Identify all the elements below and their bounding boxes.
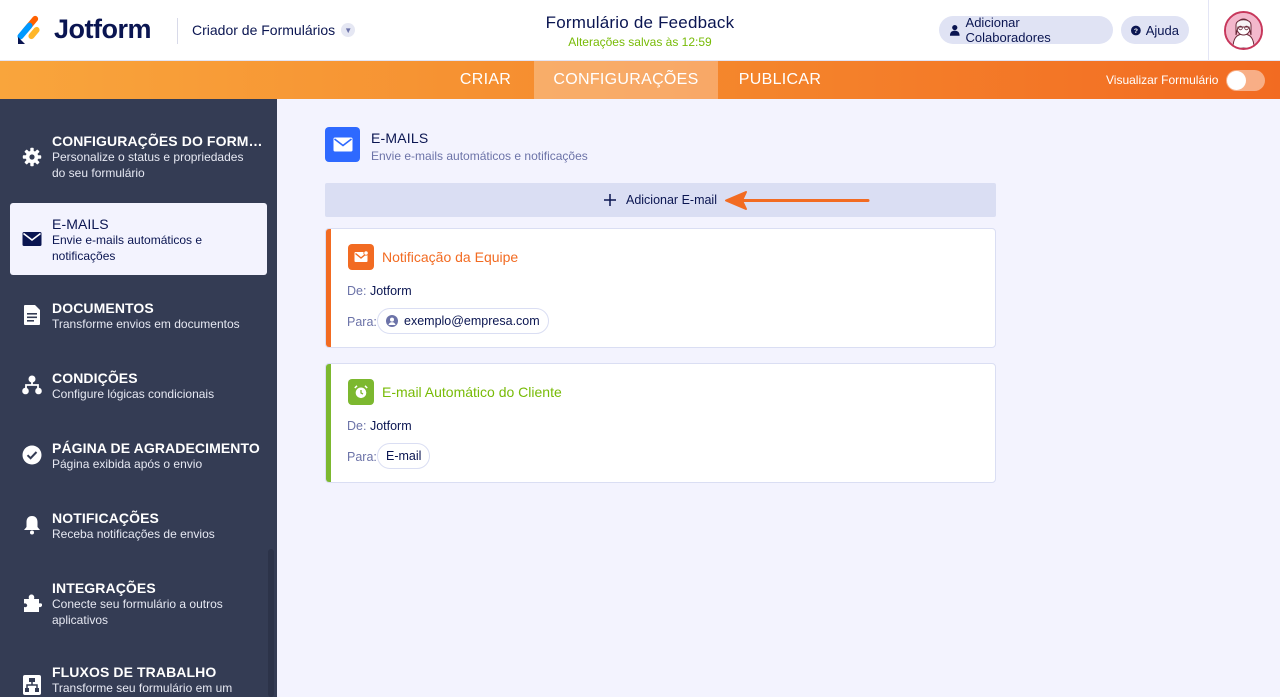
- from-label: De:: [347, 419, 367, 433]
- add-collaborators-button[interactable]: Adicionar Colaboradores: [939, 15, 1113, 45]
- sidebar-item-desc: Receba notificações de envios: [52, 527, 215, 541]
- top-header: Jotform Criador de Formulários ▼ Formulá…: [0, 0, 1280, 61]
- from-label: De:: [347, 284, 367, 298]
- sidebar-item-desc: Página exibida após o envio: [52, 457, 203, 471]
- sidebar-item-title: E-MAILS: [52, 216, 109, 232]
- sidebar-item-desc: Transforme envios em documentos: [52, 317, 240, 331]
- add-email-label: Adicionar E-mail: [625, 193, 717, 207]
- sidebar-item-documents[interactable]: DOCUMENTOS Transforme envios em document…: [10, 291, 267, 341]
- sidebar-item-title: CONFIGURAÇÕES DO FORM…: [52, 133, 263, 149]
- bell-icon: [22, 515, 42, 535]
- to-label: Para:: [347, 315, 377, 329]
- sidebar-item-notifications[interactable]: NOTIFICAÇÕES Receba notificações de envi…: [10, 501, 267, 551]
- sidebar-item-integrations[interactable]: INTEGRAÇÕES Conecte seu formulário a out…: [10, 571, 267, 631]
- sidebar-item-title: CONDIÇÕES: [52, 370, 138, 386]
- sidebar-item-title: DOCUMENTOS: [52, 300, 154, 316]
- to-label: Para:: [347, 450, 377, 464]
- email-from-value: Jotform: [369, 419, 412, 433]
- section-title: E-MAILS: [371, 130, 429, 146]
- workflow-icon: [22, 675, 42, 695]
- user-circle-icon: [386, 315, 398, 327]
- email-from-value: Jotform: [369, 284, 412, 298]
- alarm-clock-icon: [348, 379, 374, 405]
- preview-form-label: Visualizar Formulário: [1106, 73, 1219, 87]
- sidebar-item-title: INTEGRAÇÕES: [52, 580, 156, 596]
- sidebar-item-thank-you-page[interactable]: PÁGINA DE AGRADECIMENTO Página exibida a…: [10, 431, 267, 481]
- sidebar-item-title: PÁGINA DE AGRADECIMENTO: [52, 440, 260, 456]
- card-accent-stripe: [326, 364, 331, 482]
- plus-icon: [603, 194, 616, 206]
- gear-icon: [22, 147, 42, 167]
- email-card-team-notification[interactable]: Notificação da Equipe De: Jotform Para: …: [325, 228, 996, 348]
- recipient-chip[interactable]: exemplo@empresa.com: [377, 308, 549, 334]
- user-icon: [949, 25, 960, 36]
- add-collaborators-label: Adicionar Colaboradores: [965, 15, 1051, 45]
- preview-form-toggle[interactable]: [1226, 70, 1265, 91]
- builder-nav: CRIAR CONFIGURAÇÕES PUBLICAR Visualizar …: [0, 61, 1280, 99]
- document-icon: [22, 305, 42, 325]
- tab-publish[interactable]: PUBLICAR: [718, 61, 842, 99]
- sidebar-item-desc: Transforme seu formulário em um: [52, 681, 233, 695]
- envelope-icon: [22, 229, 42, 249]
- email-from-row: De: Jotform: [347, 284, 412, 298]
- sidebar-item-desc: Configure lógicas condicionais: [52, 387, 215, 401]
- sidebar-scrollbar[interactable]: [268, 549, 274, 697]
- user-avatar[interactable]: [1224, 11, 1263, 50]
- help-button[interactable]: ? Ajuda: [1121, 16, 1189, 44]
- section-subtitle: Envie e-mails automáticos e notificações: [371, 149, 588, 163]
- card-accent-stripe: [326, 229, 331, 347]
- email-card-autoresponder[interactable]: E-mail Automático do Cliente De: Jotform…: [325, 363, 996, 483]
- recipient-email: exemplo@empresa.com: [404, 314, 540, 328]
- sidebar-item-desc: Personalize o status e propriedades do s…: [52, 150, 244, 180]
- check-circle-icon: [22, 445, 42, 465]
- recipient-field: E-mail: [386, 449, 422, 463]
- question-circle-icon: ?: [1131, 25, 1141, 35]
- add-email-button[interactable]: Adicionar E-mail: [325, 183, 996, 217]
- tab-create[interactable]: CRIAR: [437, 61, 534, 99]
- sitemap-icon: [22, 375, 42, 395]
- help-label: Ajuda: [1145, 22, 1179, 38]
- sidebar-item-workflows[interactable]: FLUXOS DE TRABALHO Transforme seu formul…: [10, 655, 267, 697]
- sidebar-item-desc: Conecte seu formulário a outros aplicati…: [52, 597, 223, 627]
- sidebar-item-title: NOTIFICAÇÕES: [52, 510, 159, 526]
- toggle-knob: [1227, 71, 1246, 90]
- email-card-title[interactable]: E-mail Automático do Cliente: [382, 384, 562, 400]
- tab-settings[interactable]: CONFIGURAÇÕES: [534, 61, 718, 99]
- settings-sidebar: CONFIGURAÇÕES DO FORM… Personalize o sta…: [0, 99, 277, 697]
- sidebar-item-conditions[interactable]: CONDIÇÕES Configure lógicas condicionais: [10, 361, 267, 411]
- header-right-divider: [1208, 0, 1209, 61]
- sidebar-item-desc: Envie e-mails automáticos e notificações: [52, 233, 203, 263]
- annotation-arrow-icon: [725, 191, 870, 210]
- sidebar-item-form-settings[interactable]: CONFIGURAÇÕES DO FORM… Personalize o sta…: [10, 121, 267, 191]
- email-card-title[interactable]: Notificação da Equipe: [382, 249, 518, 265]
- sidebar-item-title: FLUXOS DE TRABALHO: [52, 664, 217, 680]
- sidebar-item-emails[interactable]: E-MAILS Envie e-mails automáticos e noti…: [10, 203, 267, 275]
- puzzle-icon: [22, 593, 42, 613]
- envelope-icon: [325, 127, 360, 162]
- svg-text:?: ?: [1134, 28, 1138, 35]
- mail-notification-icon: [348, 244, 374, 270]
- email-from-row: De: Jotform: [347, 419, 412, 433]
- recipient-chip[interactable]: E-mail: [377, 443, 431, 469]
